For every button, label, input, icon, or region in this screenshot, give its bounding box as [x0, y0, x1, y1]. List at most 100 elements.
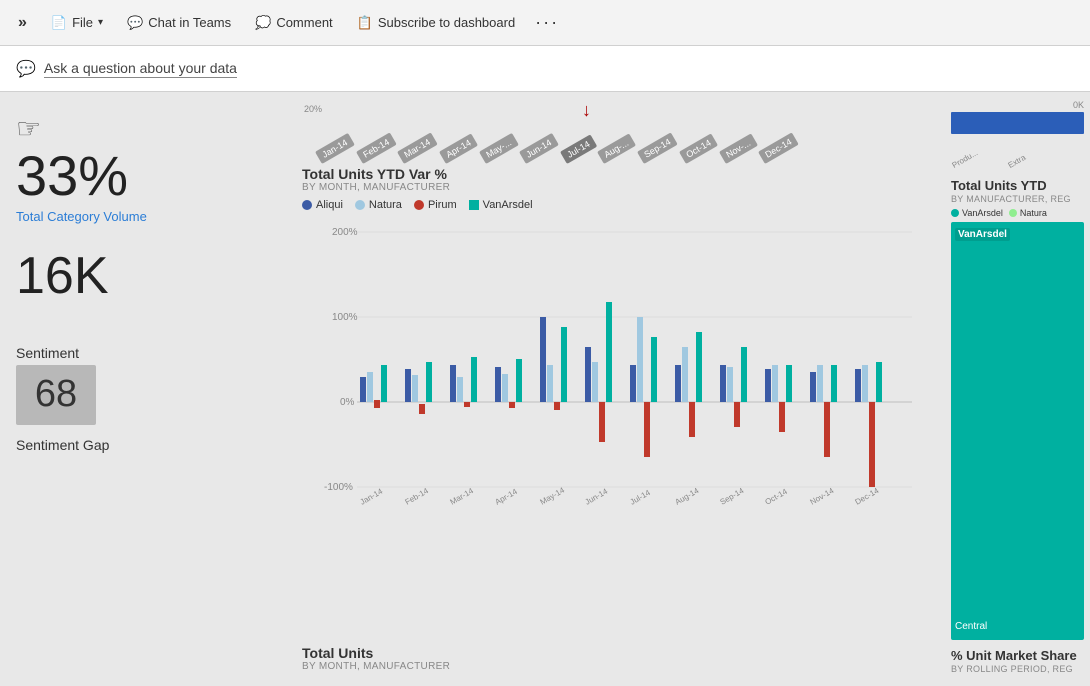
- right-x-labels: Produ... Extra: [951, 138, 1084, 170]
- svg-text:Mar-14: Mar-14: [449, 486, 476, 507]
- qa-text[interactable]: Ask a question about your data: [44, 60, 237, 78]
- teal-bar-area: VanArsdel Central: [951, 222, 1084, 640]
- legend-natura-right-label: Natura: [1020, 208, 1047, 218]
- svg-text:Jan-14: Jan-14: [359, 486, 385, 506]
- legend-aliqui-dot: [302, 200, 312, 210]
- category-volume-label: Total Category Volume: [16, 209, 274, 224]
- month-tag-jun: Jun-14: [519, 133, 559, 164]
- ytd-right-subtitle: BY MANUFACTURER, REG: [951, 194, 1084, 204]
- ytd-bar-chart: 200% 100% 0% -100%: [302, 217, 933, 641]
- legend-natura-dot: [355, 200, 365, 210]
- month-tag-may: May-...: [479, 133, 518, 164]
- comment-icon: 💭: [255, 15, 271, 31]
- ytd-svg: 200% 100% 0% -100%: [302, 217, 922, 507]
- svg-text:200%: 200%: [332, 227, 358, 238]
- subscribe-label: Subscribe to dashboard: [378, 15, 515, 30]
- legend-pirum-label: Pirum: [428, 199, 457, 211]
- total-units-section: Total Units BY MONTH, MANUFACTURER: [302, 645, 933, 678]
- svg-text:Nov-14: Nov-14: [809, 486, 836, 507]
- svg-text:Oct-14: Oct-14: [764, 487, 790, 507]
- sentiment-value: 68: [35, 373, 77, 416]
- svg-text:Feb-14: Feb-14: [404, 486, 431, 507]
- total-units-subtitle: BY MONTH, MANUFACTURER: [302, 661, 933, 672]
- right-legend: VanArsdel Natura: [951, 208, 1084, 218]
- legend-natura: Natura: [355, 199, 402, 211]
- svg-text:Apr-14: Apr-14: [494, 487, 520, 507]
- ytd-right-title: Total Units YTD: [951, 178, 1084, 193]
- chat-label: Chat in Teams: [148, 15, 231, 30]
- legend-vanarsdel-dot: [469, 200, 479, 210]
- month-tags-top: Jan-14 Feb-14 Mar-14 Apr-14 May-... Jun-…: [322, 150, 804, 164]
- ytd-chart-title: Total Units YTD Var %: [302, 166, 933, 182]
- sentiment-label: Sentiment: [16, 345, 274, 361]
- total-units-title: Total Units: [302, 645, 933, 661]
- svg-text:Jun-14: Jun-14: [584, 486, 610, 506]
- legend-aliqui-label: Aliqui: [316, 199, 343, 211]
- blue-indicator-bar: [951, 112, 1084, 134]
- sentiment-card: Sentiment 68 Sentiment Gap: [16, 329, 274, 453]
- legend-vanarsdel: VanArsdel: [469, 199, 533, 211]
- month-tag-apr: Apr-14: [439, 133, 478, 164]
- file-icon: 📄: [51, 15, 67, 31]
- file-button[interactable]: 📄 File ▾: [41, 11, 113, 35]
- svg-text:Sep-14: Sep-14: [719, 486, 746, 507]
- ytd-legend: Aliqui Natura Pirum VanArsdel: [302, 199, 933, 211]
- more-button[interactable]: ···: [529, 8, 565, 37]
- svg-text:May-14: May-14: [539, 485, 567, 506]
- sentiment-gap-label: Sentiment Gap: [16, 437, 274, 453]
- unit-market-title: % Unit Market Share: [951, 648, 1084, 663]
- ytd-chart-header: Total Units YTD Var % BY MONTH, MANUFACT…: [302, 166, 933, 199]
- svg-text:0%: 0%: [340, 397, 355, 408]
- category-volume-value: 33%: [16, 145, 274, 207]
- month-tag-mar: Mar-14: [397, 133, 437, 164]
- cursor-icon: ☞: [16, 112, 274, 145]
- subscribe-button[interactable]: 📋 Subscribe to dashboard: [347, 11, 526, 35]
- chat-icon: 💬: [127, 15, 143, 31]
- comment-button[interactable]: 💭 Comment: [245, 11, 343, 35]
- unit-market-subtitle: BY ROLLING PERIOD, REG: [951, 664, 1084, 674]
- month-tag-oct: Oct-14: [679, 133, 718, 164]
- month-tag-feb: Feb-14: [356, 133, 396, 164]
- expand-button[interactable]: »: [8, 10, 37, 36]
- legend-vanarsdel-right-label: VanArsdel: [962, 208, 1003, 218]
- subscribe-icon: 📋: [357, 15, 373, 31]
- right-panel: 0K Produ... Extra Total Units YTD BY MAN…: [945, 92, 1090, 686]
- middle-panel: 20% ↓ Jan-14 Feb-14 Mar-14 Apr-14 May-..…: [290, 92, 945, 686]
- qa-icon: 💬: [16, 59, 36, 79]
- legend-vanarsdel-right-dot: [951, 209, 959, 217]
- legend-pirum: Pirum: [414, 199, 457, 211]
- main-content: ☞ 33% Total Category Volume 16K Sentimen…: [0, 92, 1090, 686]
- legend-aliqui: Aliqui: [302, 199, 343, 211]
- ok-label-area: 0K: [951, 100, 1084, 110]
- month-tag-dec: Dec-14: [758, 132, 799, 164]
- legend-natura-label: Natura: [369, 199, 402, 211]
- comment-label: Comment: [276, 15, 332, 30]
- svg-text:-100%: -100%: [324, 482, 353, 493]
- qa-bar: 💬 Ask a question about your data: [0, 46, 1090, 92]
- percent-20-label: 20%: [304, 104, 322, 114]
- left-panel: ☞ 33% Total Category Volume 16K Sentimen…: [0, 92, 290, 686]
- units-card: 16K: [16, 244, 274, 309]
- svg-text:100%: 100%: [332, 312, 358, 323]
- expand-icon: »: [18, 14, 27, 32]
- month-strip-area: 20% ↓ Jan-14 Feb-14 Mar-14 Apr-14 May-..…: [302, 100, 933, 164]
- file-label: File: [72, 15, 93, 30]
- sentiment-box: 68: [16, 365, 96, 425]
- legend-vanarsdel-label: VanArsdel: [483, 199, 533, 211]
- ytd-chart-subtitle: BY MONTH, MANUFACTURER: [302, 182, 933, 193]
- month-tag-aug: Aug-...: [597, 134, 636, 164]
- month-tag-jan: Jan-14: [315, 133, 355, 164]
- vanarsdel-bar-label: VanArsdel: [955, 228, 1010, 241]
- month-tag-jul: Jul-14: [560, 135, 597, 164]
- legend-natura-right-dot: [1009, 209, 1017, 217]
- ok-label: 0K: [1073, 100, 1084, 110]
- svg-text:Dec-14: Dec-14: [854, 486, 881, 507]
- chat-button[interactable]: 💬 Chat in Teams: [117, 11, 241, 35]
- unit-market-section: % Unit Market Share BY ROLLING PERIOD, R…: [951, 648, 1084, 678]
- produ-label: Produ...: [951, 148, 979, 170]
- svg-text:Jul-14: Jul-14: [629, 488, 653, 507]
- svg-text:Aug-14: Aug-14: [674, 486, 701, 507]
- units-value: 16K: [16, 248, 274, 305]
- central-bar-label: Central: [955, 621, 987, 632]
- legend-vanarsdel-right: VanArsdel: [951, 208, 1003, 218]
